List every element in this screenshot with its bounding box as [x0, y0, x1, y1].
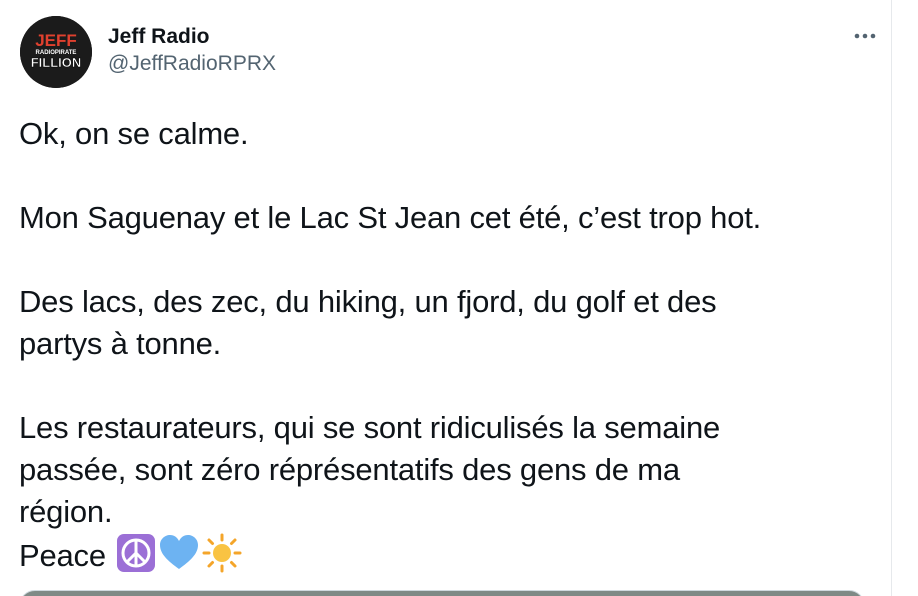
tweet-paragraph-5: Peace	[19, 533, 879, 584]
tweet-header: JEFF RADIOPIRATE FILLION Jeff Radio @Jef…	[20, 16, 878, 88]
peace-symbol-emoji	[116, 533, 156, 584]
more-options-button[interactable]	[852, 26, 878, 46]
display-name[interactable]: Jeff Radio	[108, 24, 276, 50]
avatar-logo-line3: FILLION	[31, 55, 82, 70]
tweet-paragraph-4-line-2: passée, sont zéro réprésentatifs des gen…	[19, 452, 680, 487]
tweet-paragraph-2: Mon Saguenay et le Lac St Jean cet été, …	[19, 200, 762, 235]
peace-text: Peace	[19, 538, 106, 573]
more-horizontal-icon	[854, 33, 876, 39]
sun-emoji	[202, 533, 242, 584]
avatar[interactable]: JEFF RADIOPIRATE FILLION	[20, 16, 92, 88]
avatar-logo-line1: JEFF	[35, 31, 77, 50]
avatar-logo: JEFF RADIOPIRATE FILLION	[20, 16, 92, 88]
timeline-column-border	[891, 0, 892, 596]
tweet-text: Ok, on se calme. Mon Saguenay et le Lac …	[19, 113, 879, 584]
tweet-media-preview[interactable]	[19, 590, 865, 596]
user-info: Jeff Radio @JeffRadioRPRX	[108, 24, 276, 78]
tweet-paragraph-3-line-1: Des lacs, des zec, du hiking, un fjord, …	[19, 284, 717, 319]
user-handle[interactable]: @JeffRadioRPRX	[108, 50, 276, 78]
tweet-paragraph-4-line-3: région.	[19, 494, 113, 529]
tweet-paragraph-3-line-2: partys à tonne.	[19, 326, 222, 361]
blue-heart-emoji	[158, 533, 200, 584]
tweet-paragraph-1: Ok, on se calme.	[19, 116, 249, 151]
tweet-paragraph-4-line-1: Les restaurateurs, qui se sont ridiculis…	[19, 410, 721, 445]
